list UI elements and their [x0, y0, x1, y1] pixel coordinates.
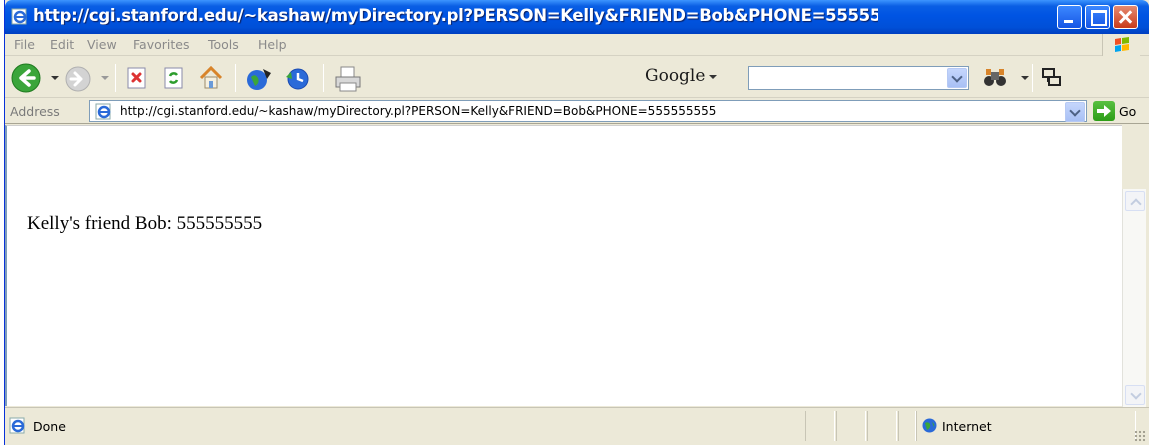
refresh-icon[interactable] [162, 66, 186, 90]
forward-arrow-icon[interactable] [63, 64, 93, 94]
page-content: Kelly's friend Bob: 555555555 [5, 125, 1122, 406]
ie-page-icon [95, 103, 111, 120]
internet-globe-icon [922, 418, 937, 433]
ie-page-icon [11, 8, 27, 25]
menu-tools[interactable]: Tools [208, 37, 239, 52]
browser-window: http://cgi.stanford.edu/~kashaw/myDirect… [4, 0, 1149, 445]
ie-page-icon [9, 417, 25, 434]
scroll-up-button[interactable] [1125, 191, 1145, 211]
print-icon[interactable] [333, 65, 363, 93]
google-toolbar-label[interactable]: Google [645, 66, 705, 86]
title-bar[interactable]: http://cgi.stanford.edu/~kashaw/myDirect… [5, 0, 1149, 34]
zone-text: Internet [942, 419, 992, 434]
scroll-down-button[interactable] [1125, 385, 1145, 405]
minimize-button[interactable] [1057, 5, 1082, 29]
status-cell [898, 411, 916, 441]
back-dropdown-icon[interactable] [51, 76, 59, 80]
menu-help[interactable]: Help [258, 37, 287, 52]
search-dropdown-button[interactable] [947, 68, 967, 88]
forward-dropdown-icon[interactable] [101, 76, 109, 80]
menu-favorites[interactable]: Favorites [133, 37, 189, 52]
directory-entry-text: Kelly's friend Bob: 555555555 [27, 213, 263, 234]
address-bar: Address http://cgi.stanford.edu/~kashaw/… [5, 99, 1149, 124]
windows-logo [1102, 34, 1140, 56]
back-arrow-icon[interactable] [9, 61, 43, 95]
google-dropdown-icon[interactable] [709, 75, 717, 79]
window-title: http://cgi.stanford.edu/~kashaw/myDirect… [33, 6, 878, 25]
close-button[interactable] [1113, 5, 1138, 29]
binoculars-dropdown-icon[interactable] [1021, 76, 1029, 80]
binoculars-icon[interactable] [982, 66, 1008, 90]
status-cell [836, 411, 866, 441]
address-label: Address [10, 104, 60, 119]
status-text: Done [33, 419, 66, 434]
home-icon[interactable] [198, 65, 224, 91]
menu-file[interactable]: File [14, 37, 35, 52]
status-cell [867, 411, 897, 441]
history-icon[interactable] [283, 65, 311, 93]
go-button-label[interactable]: Go [1119, 104, 1136, 119]
address-input[interactable]: http://cgi.stanford.edu/~kashaw/myDirect… [89, 100, 1087, 122]
media-globe-icon[interactable] [245, 65, 273, 93]
messenger-icon[interactable] [1040, 66, 1064, 90]
status-bar: Done Internet [5, 407, 1149, 445]
vertical-scrollbar[interactable] [1122, 189, 1146, 407]
menu-view[interactable]: View [87, 37, 117, 52]
status-cell [805, 411, 835, 441]
resize-grip[interactable] [1134, 430, 1146, 442]
menu-edit[interactable]: Edit [50, 37, 74, 52]
go-arrow-icon[interactable] [1093, 101, 1115, 121]
maximize-button[interactable] [1085, 5, 1110, 29]
standard-toolbar: Google [5, 57, 1149, 98]
windows-flag-icon [1115, 37, 1129, 52]
address-url: http://cgi.stanford.edu/~kashaw/myDirect… [120, 104, 717, 118]
address-dropdown-button[interactable] [1065, 102, 1085, 122]
google-search-input[interactable] [748, 66, 969, 90]
stop-icon[interactable] [125, 66, 149, 90]
menu-bar: File Edit View Favorites Tools Help [5, 34, 1149, 56]
